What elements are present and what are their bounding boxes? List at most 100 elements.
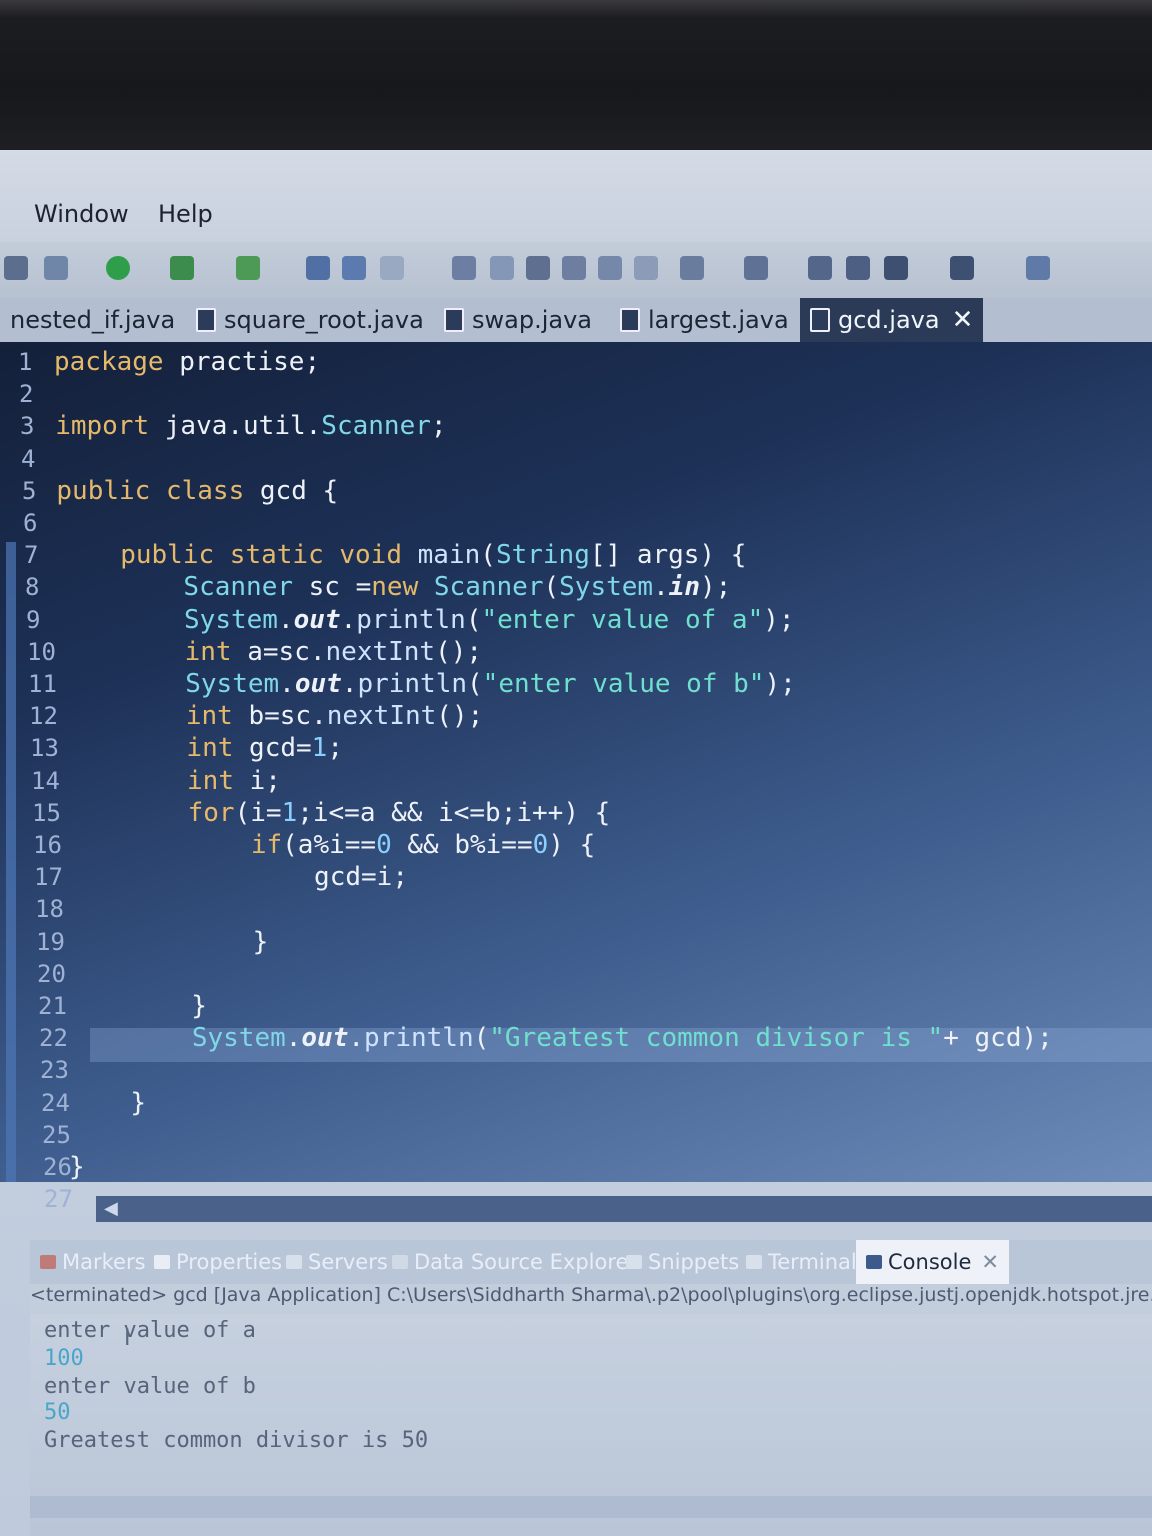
code-line[interactable]: 5 public class gcd { (0, 475, 1152, 507)
code-editor[interactable]: 1 package practise; 2 3 import java.util.Sca… (0, 342, 1152, 1222)
console-input-line: 50 (44, 1400, 71, 1425)
code-text: Scanner sc =new Scanner(System.in); (183, 572, 732, 603)
block-icon[interactable] (598, 256, 622, 280)
line-number: 9 (26, 605, 41, 634)
prev-annotation-icon[interactable] (744, 256, 768, 280)
new-package-icon[interactable] (306, 256, 330, 280)
code-line[interactable]: 15 for(i=1;i<=a && i<=b;i++) { (0, 797, 1152, 829)
tab-label: Markers (62, 1250, 146, 1274)
prev-edit-icon[interactable] (808, 256, 832, 280)
code-line[interactable]: 22 System.out.println("Greatest common d… (0, 1022, 1152, 1054)
tab-terminal[interactable]: Terminal (746, 1240, 857, 1284)
perspective-icon[interactable] (1026, 256, 1050, 280)
code-line[interactable]: 13 int gcd=1; (0, 732, 1152, 764)
tab-label: square_root.java (224, 306, 424, 334)
code-line[interactable]: 7 public static void main(String[] args)… (0, 539, 1152, 571)
terminal-icon (746, 1255, 762, 1269)
code-line[interactable]: 3 import java.util.Scanner; (0, 410, 1152, 442)
code-line[interactable]: 26} (0, 1151, 1152, 1183)
close-icon[interactable]: ✕ (952, 305, 974, 335)
tab-data-source-explorer[interactable]: Data Source Explorer (392, 1240, 637, 1284)
code-line[interactable]: 2 (0, 378, 1152, 410)
debug-icon[interactable] (4, 256, 28, 280)
console-horizontal-scrollbar[interactable] (30, 1496, 1152, 1518)
code-text: } (64, 926, 269, 957)
code-line[interactable]: 9 System.out.println("enter value of a")… (0, 604, 1152, 636)
back-icon[interactable] (884, 256, 908, 280)
tab-largest[interactable]: largest.java (610, 298, 799, 342)
scroll-left-icon[interactable]: ◀ (104, 1198, 118, 1219)
toggle-icon[interactable] (526, 256, 550, 280)
line-number: 14 (31, 766, 60, 795)
code-line[interactable]: 18 (0, 893, 1152, 925)
edit-icon[interactable] (380, 256, 404, 280)
run-config-icon[interactable] (44, 256, 68, 280)
annotation-icon[interactable] (490, 256, 514, 280)
code-line[interactable]: 25 (0, 1119, 1152, 1151)
java-file-icon (444, 308, 464, 332)
code-line[interactable]: 23 (0, 1054, 1152, 1086)
line-number: 15 (32, 798, 61, 827)
code-line[interactable]: 6 (0, 507, 1152, 539)
code-line[interactable]: 16 if(a%i==0 && b%i==0) { (0, 829, 1152, 861)
tab-snippets[interactable]: Snippets (626, 1240, 739, 1284)
line-number: 11 (28, 670, 57, 698)
tab-console[interactable]: Console ✕ (856, 1240, 1009, 1284)
code-line[interactable]: 17 gcd=i; (0, 861, 1152, 893)
data-source-icon (392, 1255, 408, 1269)
monitor-bezel (0, 0, 1152, 150)
code-line[interactable]: 21 } (0, 990, 1152, 1022)
external-tools-icon[interactable] (236, 256, 260, 280)
code-line[interactable]: 1 package practise; (0, 346, 1152, 378)
tab-markers[interactable]: Markers (40, 1240, 146, 1284)
code-line[interactable]: 10 int a=sc.nextInt(); (0, 636, 1152, 668)
line-number: 17 (34, 863, 63, 892)
code-line[interactable]: 12 int b=sc.nextInt(); (0, 700, 1152, 732)
mark-icon[interactable] (562, 256, 586, 280)
line-number: 26 (43, 1153, 72, 1181)
run-icon[interactable] (106, 256, 130, 280)
tab-servers[interactable]: Servers (286, 1240, 388, 1284)
paragraph-icon[interactable] (634, 256, 658, 280)
menu-help[interactable]: Help (158, 200, 213, 228)
tab-properties[interactable]: Properties (154, 1240, 282, 1284)
code-text: package practise; (54, 347, 321, 377)
toolbar (0, 242, 1152, 298)
code-text: public class gcd { (56, 475, 339, 506)
tab-swap[interactable]: swap.java (434, 298, 602, 342)
tab-label: largest.java (648, 306, 789, 334)
code-text: import java.util.Scanner; (55, 411, 447, 442)
line-number: 25 (42, 1120, 71, 1149)
code-line[interactable]: 20 (0, 958, 1152, 990)
text-cursor-icon: I (124, 1326, 131, 1351)
code-line[interactable]: 24 } (0, 1087, 1152, 1119)
tab-square-root[interactable]: square_root.java (186, 298, 434, 342)
next-edit-icon[interactable] (846, 256, 870, 280)
tab-nested-if[interactable]: nested_if.java (0, 298, 185, 342)
nav-icon[interactable] (680, 256, 704, 280)
code-line[interactable]: 14 int i; (0, 765, 1152, 797)
line-number: 10 (27, 637, 56, 666)
code-line[interactable]: 19 } (0, 926, 1152, 958)
menu-window[interactable]: Window (34, 200, 129, 228)
code-text: System.out.println("Greatest common divi… (191, 1023, 1053, 1054)
console-line: Greatest common divisor is 50 (44, 1428, 429, 1453)
code-line[interactable]: 4 (0, 443, 1152, 475)
close-icon[interactable]: ✕ (981, 1250, 999, 1274)
line-number: 7 (24, 541, 39, 570)
open-icon[interactable] (342, 256, 366, 280)
properties-icon (154, 1255, 170, 1269)
search-icon[interactable] (452, 256, 476, 280)
forward-icon[interactable] (950, 256, 974, 280)
code-text: int i; (187, 765, 281, 796)
code-text: System.out.println("enter value of a"); (184, 604, 795, 635)
code-line[interactable]: 8 Scanner sc =new Scanner(System.in); (0, 571, 1152, 603)
code-line[interactable]: 11 System.out.println("enter value of b"… (0, 668, 1152, 700)
bottom-panel-tabs: Markers Properties Servers Data Source E… (30, 1240, 1152, 1284)
tab-label: nested_if.java (10, 306, 176, 334)
coverage-icon[interactable] (170, 256, 194, 280)
code-text: int b=sc.nextInt(); (185, 701, 484, 732)
editor-horizontal-scrollbar[interactable] (96, 1196, 1152, 1222)
code-text: } (66, 991, 207, 1021)
tab-gcd[interactable]: gcd.java ✕ (800, 298, 984, 342)
